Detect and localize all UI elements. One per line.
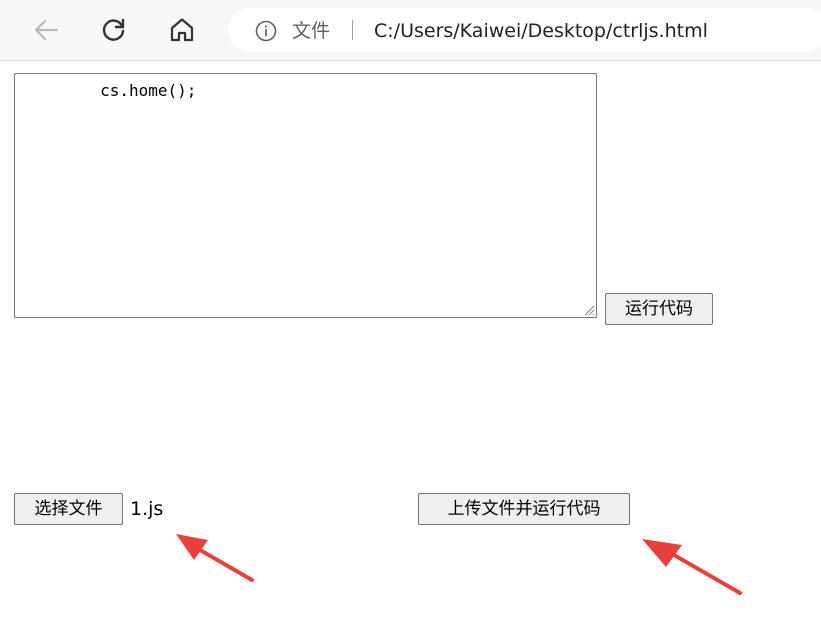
choose-file-button[interactable]: 选择文件 — [14, 493, 123, 525]
address-bar[interactable]: 文件 C:/Users/Kaiwei/Desktop/ctrljs.html — [228, 8, 821, 52]
home-button[interactable] — [164, 12, 200, 48]
upload-and-run-button[interactable]: 上传文件并运行代码 — [418, 493, 630, 525]
arrow-left-icon — [34, 19, 59, 41]
page: 文件 C:/Users/Kaiwei/Desktop/ctrljs.html c… — [0, 0, 821, 632]
run-code-button[interactable]: 运行代码 — [605, 293, 713, 325]
info-icon[interactable] — [255, 20, 277, 42]
selected-file-name: 1.js — [130, 498, 164, 520]
annotation-arrow-icon — [642, 539, 742, 595]
resize-grip-icon[interactable] — [582, 303, 595, 316]
omnibox-divider — [352, 20, 353, 40]
browser-toolbar: 文件 C:/Users/Kaiwei/Desktop/ctrljs.html — [0, 0, 821, 61]
home-icon — [170, 18, 194, 42]
reload-button[interactable] — [96, 12, 132, 48]
back-button[interactable] — [28, 12, 64, 48]
reload-icon — [102, 18, 125, 41]
url-text[interactable]: C:/Users/Kaiwei/Desktop/ctrljs.html — [374, 19, 708, 43]
code-textarea[interactable]: cs.home(); — [14, 73, 597, 318]
annotation-arrow-icon — [176, 534, 254, 582]
scheme-label: 文件 — [292, 20, 331, 42]
